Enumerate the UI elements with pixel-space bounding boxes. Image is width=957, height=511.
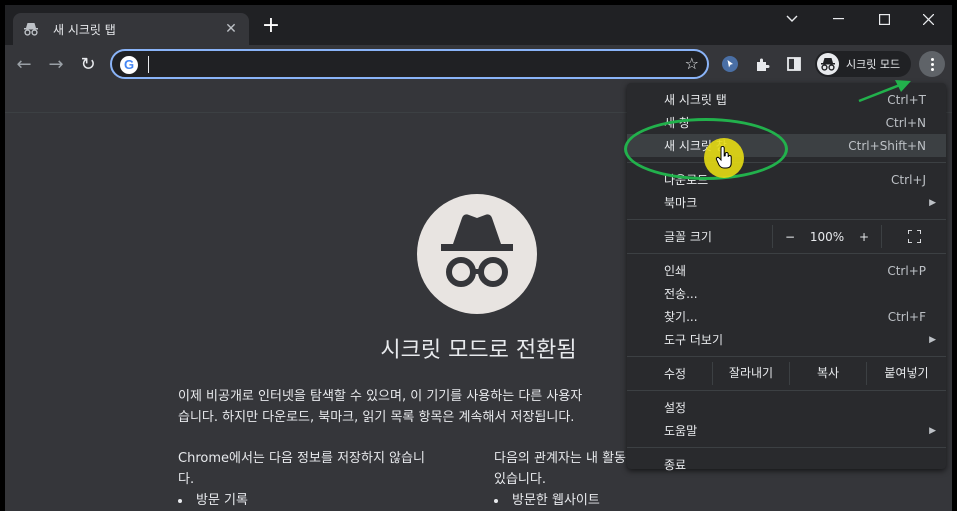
intro-paragraph: 이제 비공개로 인터넷을 탐색할 수 있으며, 이 기기를 사용하는 다른 사용…: [178, 386, 638, 428]
not-saved-heading: Chrome에서는 다음 정보를 저장하지 않습니: [178, 451, 425, 466]
visible-to-heading-cont: 있습니다.: [494, 472, 546, 487]
address-bar[interactable]: G ☆: [110, 49, 709, 79]
submenu-arrow-icon: ▶: [929, 334, 936, 345]
tab-title: 새 시크릿 탭: [53, 22, 116, 37]
maximize-button[interactable]: [861, 5, 907, 33]
incognito-hero-icon: [417, 194, 537, 314]
new-tab-button[interactable]: +: [261, 15, 281, 37]
tab-close-icon[interactable]: ✕: [223, 21, 239, 37]
zoom-controls: − 100% +: [772, 225, 882, 248]
fullscreen-icon[interactable]: [882, 230, 946, 243]
menu-item-print[interactable]: 인쇄 Ctrl+P: [627, 259, 946, 282]
bookmark-star-icon[interactable]: ☆: [685, 54, 699, 73]
visible-to-heading: 다음의 관계자는 내 활동: [494, 451, 626, 466]
tab-strip: 새 시크릿 탭 ✕ +: [5, 5, 952, 45]
menu-item-help[interactable]: 도움말 ▶: [627, 419, 946, 442]
list-item: 방문 기록: [196, 493, 248, 508]
menu-divider: [627, 219, 946, 220]
minimize-button[interactable]: [815, 5, 861, 33]
not-saved-heading-cont: 다.: [178, 472, 195, 487]
browser-window: 새 시크릿 탭 ✕ + ← → ↻ G ☆ 시크릿 모드 시크릿 모드로 전환됨…: [5, 5, 952, 511]
reload-button[interactable]: ↻: [77, 53, 99, 75]
zoom-row: 글꼴 크기 − 100% +: [627, 225, 946, 248]
not-saved-column: Chrome에서는 다음 정보를 저장하지 않습니 다. 방문 기록: [178, 448, 425, 511]
submenu-arrow-icon: ▶: [929, 197, 936, 208]
menu-item-cast[interactable]: 전송...: [627, 282, 946, 305]
tab-search-chevron-icon[interactable]: [769, 5, 815, 33]
tab-incognito[interactable]: 새 시크릿 탭 ✕: [13, 13, 249, 45]
back-button[interactable]: ←: [13, 53, 35, 75]
menu-divider: [627, 447, 946, 448]
text-caret: [148, 56, 149, 73]
forward-button[interactable]: →: [45, 53, 67, 75]
edit-row: 수정 잘라내기 복사 붙여넣기: [627, 362, 946, 385]
side-panel-icon[interactable]: [785, 55, 803, 73]
profile-label: 시크릿 모드: [846, 58, 901, 71]
paste-button[interactable]: 붙여넣기: [866, 362, 946, 385]
incognito-avatar-icon: [817, 53, 839, 75]
intro-line-2: 습니다. 하지만 다운로드, 북마크, 읽기 목록 항목은 계속해서 저장됩니다…: [178, 410, 575, 425]
annotation-arrow-icon: [855, 77, 915, 108]
google-icon: G: [120, 56, 138, 74]
chrome-menu-button[interactable]: [919, 51, 945, 77]
toolbar: ← → ↻ G ☆ 시크릿 모드: [5, 45, 952, 83]
submenu-arrow-icon: ▶: [929, 425, 936, 436]
zoom-out-button[interactable]: −: [773, 230, 807, 244]
menu-item-settings[interactable]: 설정: [627, 396, 946, 419]
intro-line-1: 이제 비공개로 인터넷을 탐색할 수 있으며, 이 기기를 사용하는 다른 사용…: [178, 389, 583, 404]
extension-cursor-icon[interactable]: [721, 55, 739, 73]
visible-to-column: 다음의 관계자는 내 활동 있습니다. 방문한 웹사이트: [494, 448, 626, 511]
menu-divider: [627, 356, 946, 357]
zoom-label: 글꼴 크기: [664, 230, 712, 244]
menu-item-more-tools[interactable]: 도구 더보기 ▶: [627, 328, 946, 351]
incognito-icon: [23, 21, 39, 37]
menu-item-bookmarks[interactable]: 북마크 ▶: [627, 191, 946, 214]
menu-item-find[interactable]: 찾기... Ctrl+F: [627, 305, 946, 328]
close-window-button[interactable]: [905, 5, 951, 33]
zoom-level: 100%: [809, 229, 845, 244]
copy-button[interactable]: 복사: [789, 362, 866, 385]
menu-divider: [627, 253, 946, 254]
list-item: 방문한 웹사이트: [512, 493, 600, 508]
extensions-puzzle-icon[interactable]: [753, 55, 771, 73]
incognito-profile-button[interactable]: 시크릿 모드: [815, 51, 911, 77]
menu-divider: [627, 390, 946, 391]
edit-label: 수정: [664, 367, 687, 381]
three-dots-icon: [930, 57, 934, 72]
zoom-in-button[interactable]: +: [847, 230, 881, 244]
hand-cursor-icon: [715, 145, 735, 173]
cut-button[interactable]: 잘라내기: [712, 362, 789, 385]
menu-item-exit[interactable]: 종료: [627, 453, 946, 476]
